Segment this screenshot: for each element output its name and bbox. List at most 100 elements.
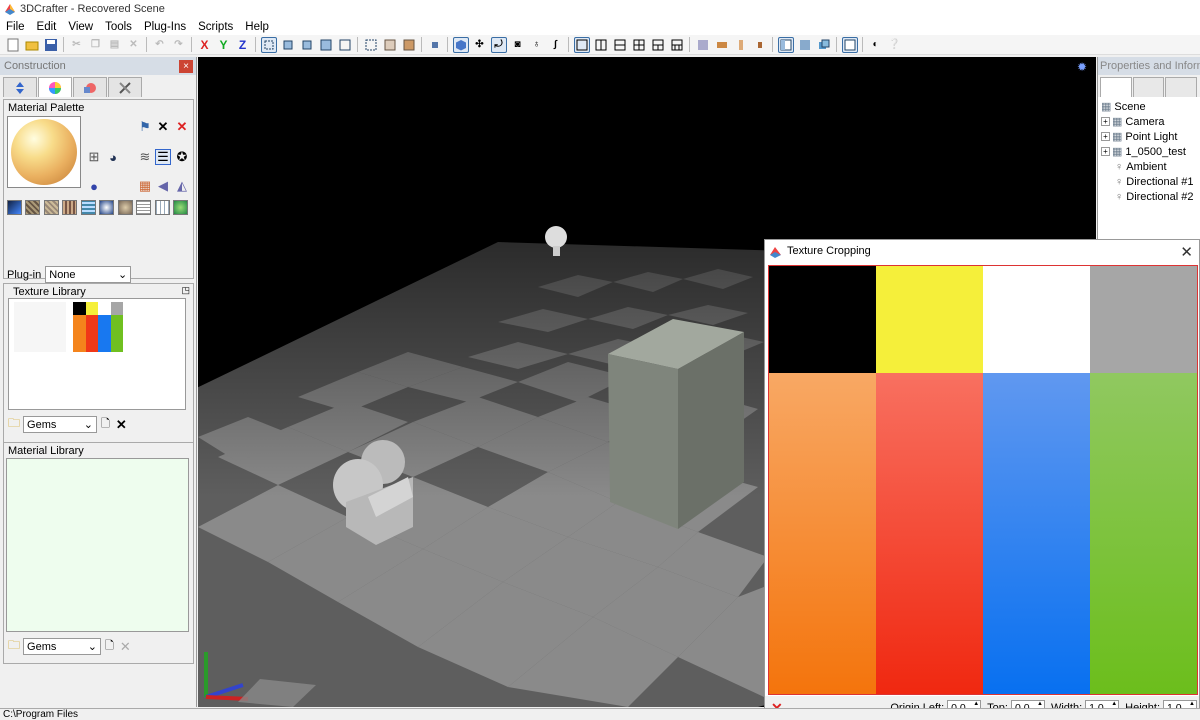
tab-shapes[interactable] xyxy=(73,77,107,97)
zoom-extents-icon[interactable] xyxy=(280,37,296,53)
close-panel-icon[interactable]: × xyxy=(179,59,193,73)
material-palette-icon[interactable] xyxy=(733,37,749,53)
menu-file[interactable]: File xyxy=(0,21,31,33)
lines-swatch[interactable] xyxy=(136,200,151,215)
camera-icon[interactable]: ◙ xyxy=(510,37,526,53)
tab-scene-tree[interactable] xyxy=(1100,77,1132,97)
menu-edit[interactable]: Edit xyxy=(31,21,63,33)
pick-material-icon[interactable]: ⚑ xyxy=(137,119,153,135)
add-material-icon[interactable]: ⊞ xyxy=(86,149,102,165)
menu-tools[interactable]: Tools xyxy=(99,21,138,33)
select-mode-icon[interactable] xyxy=(260,36,277,53)
pin-icon[interactable]: ◳ xyxy=(181,285,190,296)
plugin-select[interactable]: None ⌄ xyxy=(45,266,132,283)
two-view-horizontal-icon[interactable] xyxy=(612,37,628,53)
menu-scripts[interactable]: Scripts xyxy=(192,21,239,33)
tree-item-ambient[interactable]: ♀ Ambient xyxy=(1101,159,1200,174)
tab-tools[interactable] xyxy=(108,77,142,97)
render-icon[interactable] xyxy=(714,37,730,53)
group-icon[interactable] xyxy=(363,37,379,53)
y-axis-button[interactable]: Y xyxy=(216,37,232,53)
open-folder-icon[interactable] xyxy=(24,37,40,53)
menu-view[interactable]: View xyxy=(62,21,99,33)
expand-icon[interactable]: + xyxy=(1101,117,1110,126)
paste-icon[interactable]: ▤ xyxy=(107,37,123,53)
clear-material-icon[interactable]: ✕ xyxy=(155,119,171,135)
globe-icon[interactable]: ● xyxy=(86,178,102,194)
three-view-icon[interactable] xyxy=(650,37,666,53)
new-file-icon[interactable]: 🗋 xyxy=(105,637,114,656)
dome-icon[interactable]: ◐ xyxy=(868,37,884,53)
glow-swatch[interactable] xyxy=(99,200,114,215)
windows-icon[interactable] xyxy=(816,37,832,53)
delete-icon[interactable]: ✕ xyxy=(116,417,127,433)
blank-texture-thumb[interactable] xyxy=(14,302,66,352)
material-preview[interactable] xyxy=(7,116,81,188)
tree-item-point-light[interactable]: + ▦ Point Light xyxy=(1101,129,1200,144)
texture-map-icon[interactable]: ▦ xyxy=(137,178,153,194)
tree-item-directional-2[interactable]: ♀ Directional #2 xyxy=(1101,189,1200,204)
cylinder-map-icon[interactable]: ☰ xyxy=(155,149,171,165)
checker-icon[interactable] xyxy=(695,37,711,53)
texture-icon[interactable] xyxy=(382,37,398,53)
align-icon[interactable] xyxy=(427,37,443,53)
image-icon[interactable] xyxy=(797,37,813,53)
delete-material-icon[interactable]: ✕ xyxy=(174,119,190,135)
stone-swatch[interactable] xyxy=(118,200,133,215)
granite-swatch[interactable] xyxy=(25,200,40,215)
leaf-swatch[interactable] xyxy=(173,200,188,215)
help-icon[interactable]: ❔ xyxy=(887,37,903,53)
tab-materials[interactable] xyxy=(38,77,72,97)
expand-icon[interactable]: + xyxy=(1101,147,1110,156)
light-icon[interactable] xyxy=(752,37,768,53)
box-map-icon[interactable]: ◭ xyxy=(174,178,190,194)
delete-icon[interactable]: ✕ xyxy=(126,37,142,53)
layout-icon[interactable] xyxy=(669,37,685,53)
blue-gradient-swatch[interactable] xyxy=(7,200,22,215)
tab-objects[interactable] xyxy=(3,77,37,97)
redo-icon[interactable]: ↷ xyxy=(171,37,187,53)
properties-panel-icon[interactable] xyxy=(777,36,794,53)
light-bulb-icon[interactable]: ♁ xyxy=(529,37,545,53)
sphere-map-icon[interactable]: ✪ xyxy=(174,149,190,165)
move-icon[interactable]: ✣ xyxy=(472,37,488,53)
sand-swatch[interactable] xyxy=(44,200,59,215)
zoom-icon[interactable] xyxy=(299,37,315,53)
viewport-settings-icon[interactable]: ✹ xyxy=(1077,60,1087,74)
delete-icon[interactable]: ✕ xyxy=(120,639,131,655)
texture-library-select[interactable]: Gems ⌄ xyxy=(23,416,98,433)
crop-area[interactable] xyxy=(768,265,1198,695)
reflection-icon[interactable]: ◕ xyxy=(105,149,121,165)
planar-map-icon[interactable]: ◀ xyxy=(155,178,171,194)
tree-item-scene[interactable]: ▦ Scene xyxy=(1101,99,1200,114)
cube-object-icon[interactable] xyxy=(452,36,469,53)
undo-icon[interactable]: ↶ xyxy=(152,37,168,53)
color-bars-texture-thumb[interactable] xyxy=(73,302,123,352)
fit-view-icon[interactable] xyxy=(318,37,334,53)
new-file-icon[interactable] xyxy=(5,37,21,53)
tree-item-object[interactable]: + ▦ 1_0500_test xyxy=(1101,144,1200,159)
two-view-vertical-icon[interactable] xyxy=(593,37,609,53)
tab-information[interactable] xyxy=(1165,77,1198,97)
single-view-icon[interactable] xyxy=(573,36,590,53)
tree-item-camera[interactable]: + ▦ Camera xyxy=(1101,114,1200,129)
grid-swatch[interactable] xyxy=(81,200,96,215)
four-view-icon[interactable] xyxy=(631,37,647,53)
z-axis-button[interactable]: Z xyxy=(235,37,251,53)
wood-swatch[interactable] xyxy=(62,200,77,215)
tiles-swatch[interactable] xyxy=(155,200,170,215)
full-window-icon[interactable] xyxy=(841,36,858,53)
material-icon[interactable] xyxy=(401,37,417,53)
copy-icon[interactable]: ❐ xyxy=(88,37,104,53)
menu-plugins[interactable]: Plug-Ins xyxy=(138,21,192,33)
menu-help[interactable]: Help xyxy=(239,21,275,33)
expand-icon[interactable]: + xyxy=(1101,132,1110,141)
x-axis-button[interactable]: X xyxy=(197,37,213,53)
save-icon[interactable] xyxy=(43,37,59,53)
material-library-select[interactable]: Gems ⌄ xyxy=(23,638,102,655)
tree-item-directional-1[interactable]: ♀ Directional #1 xyxy=(1101,174,1200,189)
frame-icon[interactable] xyxy=(337,37,353,53)
open-folder-icon[interactable]: 🗀 xyxy=(8,414,20,435)
path-icon[interactable]: ∫ xyxy=(548,37,564,53)
rotate-icon[interactable]: ⤾ xyxy=(490,36,507,53)
